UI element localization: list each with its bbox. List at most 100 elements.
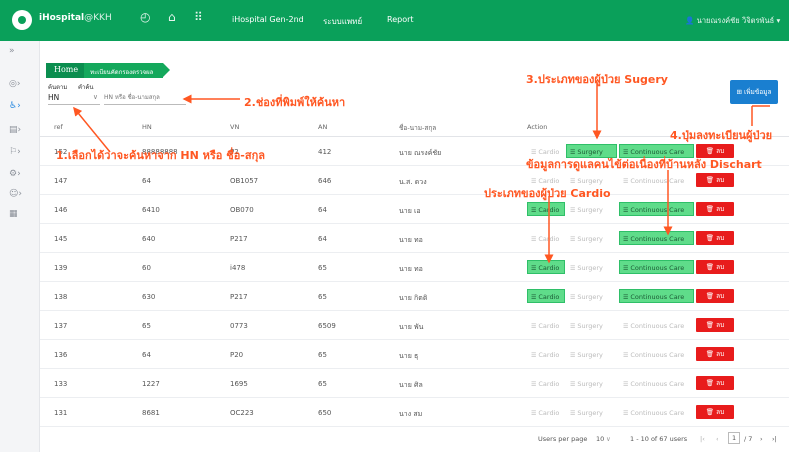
continuous-care-button[interactable]: ☰ Continuous Care bbox=[619, 260, 694, 274]
continuous-care-button[interactable]: ☰ Continuous Care bbox=[619, 289, 694, 303]
cell-hn: 630 bbox=[142, 293, 156, 301]
table-row[interactable]: 133 1227 1695 65 นาย ศิล ☰ Cardio ☰ Surger… bbox=[40, 369, 789, 398]
continuous-care-button[interactable]: ☰ Continuous Care bbox=[619, 202, 694, 216]
cell-name: นาย ศิล bbox=[399, 381, 423, 389]
cell-vn: OB070 bbox=[230, 206, 254, 214]
next-page-icon[interactable]: › bbox=[760, 435, 763, 443]
cell-hn: 8681 bbox=[142, 409, 160, 417]
list-icon: ☰ bbox=[531, 381, 537, 388]
sidebar: » ◎› ♿› ▤› ⚐› ⚙› ☺› ▦ bbox=[0, 41, 40, 452]
annotation-cardio-type: ประเภทของผู้ป่วย Cardio bbox=[484, 187, 611, 200]
surgery-button[interactable]: ☰ Surgery bbox=[566, 318, 617, 332]
nav-ihospital-gen2[interactable]: iHospital Gen-2nd bbox=[232, 15, 304, 24]
cell-ref: 136 bbox=[54, 351, 68, 359]
first-page-icon[interactable]: |‹ bbox=[700, 435, 705, 443]
list-icon: ☰ bbox=[531, 236, 537, 243]
cell-hn: 60 bbox=[142, 264, 151, 272]
table-row[interactable]: 139 60 i478 65 นาย ทอ ☰ Cardio ☰ Surgery ☰… bbox=[40, 253, 789, 282]
cardio-button[interactable]: ☰ Cardio bbox=[527, 202, 565, 216]
continuous-care-button[interactable]: ☰ Continuous Care bbox=[619, 347, 694, 361]
table-row[interactable]: 138 630 P217 65 นาย กิตติ ☰ Cardio ☰ Surge… bbox=[40, 282, 789, 311]
cell-ref: 137 bbox=[54, 322, 68, 330]
hospital-logo bbox=[12, 10, 32, 30]
surgery-button[interactable]: ☰ Surgery bbox=[566, 231, 617, 245]
list-icon: ☰ bbox=[623, 410, 629, 417]
delete-button[interactable]: 🗑 ลบ bbox=[696, 289, 734, 303]
delete-button[interactable]: 🗑 ลบ bbox=[696, 260, 734, 274]
prev-page-icon[interactable]: ‹ bbox=[716, 435, 719, 443]
continuous-care-button[interactable]: ☰ Continuous Care bbox=[619, 405, 694, 419]
cardio-button[interactable]: ☰ Cardio bbox=[527, 318, 565, 332]
table-row[interactable]: 137 65 0773 6509 นาย พัน ☰ Cardio ☰ Surger… bbox=[40, 311, 789, 340]
delete-button[interactable]: 🗑 ลบ bbox=[696, 173, 734, 187]
cell-hn: 640 bbox=[142, 235, 156, 243]
list-icon: ☰ bbox=[623, 236, 629, 243]
list-icon: ☰ bbox=[623, 178, 629, 185]
cardio-button[interactable]: ☰ Cardio bbox=[527, 260, 565, 274]
cell-an: 650 bbox=[318, 409, 332, 417]
search-input[interactable] bbox=[104, 91, 186, 105]
records-icon[interactable]: ▤› bbox=[9, 125, 21, 135]
cardio-button[interactable]: ☰ Cardio bbox=[527, 289, 565, 303]
delete-button[interactable]: 🗑 ลบ bbox=[696, 202, 734, 216]
table-row[interactable]: 136 64 P20 65 นาย ธุ ☰ Cardio ☰ Surgery ☰ C… bbox=[40, 340, 789, 369]
surgery-button[interactable]: ☰ Surgery bbox=[566, 202, 617, 216]
cell-name: นาย ทอ bbox=[399, 236, 423, 244]
annotation-register-button: 4.ปุ่มลงทะเบียนผู้ป่วย bbox=[670, 129, 773, 142]
per-page-select[interactable]: 10 bbox=[596, 435, 604, 443]
continuous-care-button[interactable]: ☰ Continuous Care bbox=[619, 231, 694, 245]
continuous-care-button[interactable]: ☰ Continuous Care bbox=[619, 318, 694, 332]
search-field-select[interactable]: HN ∨ bbox=[48, 91, 100, 105]
cell-an: 65 bbox=[318, 351, 327, 359]
surgery-button[interactable]: ☰ Surgery bbox=[566, 289, 617, 303]
app-brand[interactable]: iHospital@KKH bbox=[39, 13, 112, 23]
breadcrumb-home[interactable]: Home bbox=[46, 63, 85, 78]
table-body: 152 88888888 P2 412 นาย ณรงค์ชัย ☰ Cardio… bbox=[40, 137, 789, 427]
continuous-care-button[interactable]: ☰ Continuous Care bbox=[619, 173, 694, 187]
settings-icon[interactable]: ⚙› bbox=[9, 169, 21, 179]
list-icon: ☰ bbox=[570, 410, 576, 417]
collapse-icon[interactable]: » bbox=[9, 46, 15, 56]
add-patient-button[interactable]: ⊞ เพิ่มข้อมูล bbox=[730, 80, 778, 104]
surgery-button[interactable]: ☰ Surgery bbox=[566, 376, 617, 390]
surgery-button[interactable]: ☰ Surgery bbox=[566, 260, 617, 274]
person-icon[interactable]: ☺› bbox=[9, 189, 22, 199]
surgery-button[interactable]: ☰ Surgery bbox=[566, 405, 617, 419]
flag-icon[interactable]: ⚐› bbox=[9, 147, 21, 157]
delete-button[interactable]: 🗑 ลบ bbox=[696, 318, 734, 332]
gauge-icon[interactable]: ◴ bbox=[140, 10, 150, 24]
apps-grid-icon[interactable]: ⠿ bbox=[194, 10, 203, 24]
table-row[interactable]: 131 8681 OC223 650 นาง สม ☰ Cardio ☰ Surge… bbox=[40, 398, 789, 427]
cell-an: 65 bbox=[318, 380, 327, 388]
annotation-search-field: 1.เลือกได้ว่าจะค้นหาจาก HN หรือ ชื่อ-สกุ… bbox=[56, 149, 265, 162]
col-hn: HN bbox=[142, 123, 152, 131]
cardio-button[interactable]: ☰ Cardio bbox=[527, 376, 565, 390]
surgery-button[interactable]: ☰ Surgery bbox=[566, 347, 617, 361]
page-input[interactable]: 1 bbox=[728, 432, 741, 444]
delete-button[interactable]: 🗑 ลบ bbox=[696, 231, 734, 245]
cell-hn: 64 bbox=[142, 351, 151, 359]
table-row[interactable]: 145 640 P217 64 นาย ทอ ☰ Cardio ☰ Surgery … bbox=[40, 224, 789, 253]
cardio-button[interactable]: ☰ Cardio bbox=[527, 405, 565, 419]
dashboard-icon[interactable]: ◎› bbox=[9, 79, 20, 89]
delete-button[interactable]: 🗑 ลบ bbox=[696, 405, 734, 419]
cell-name: นาย กิตติ bbox=[399, 294, 428, 302]
cardio-button[interactable]: ☰ Cardio bbox=[527, 347, 565, 361]
user-menu[interactable]: 👤 นายณรงค์ชัย วิจิตรพันธ์ ▾ bbox=[685, 15, 780, 27]
nav-report[interactable]: Report bbox=[387, 15, 414, 24]
home-icon[interactable]: ⌂ bbox=[168, 10, 176, 24]
range-text: 1 - 10 of 67 users bbox=[630, 435, 688, 443]
cardio-button[interactable]: ☰ Cardio bbox=[527, 231, 565, 245]
cell-vn: i478 bbox=[230, 264, 246, 272]
nav-doctor-system[interactable]: ระบบแพทย์ bbox=[323, 15, 362, 28]
continuous-care-button[interactable]: ☰ Continuous Care bbox=[619, 376, 694, 390]
document-icon[interactable]: ▦ bbox=[9, 209, 18, 219]
chevron-down-icon: ∨ bbox=[606, 435, 611, 443]
delete-button[interactable]: 🗑 ลบ bbox=[696, 347, 734, 361]
last-page-icon[interactable]: ›| bbox=[772, 435, 777, 443]
patient-icon[interactable]: ♿› bbox=[9, 101, 21, 111]
delete-button[interactable]: 🗑 ลบ bbox=[696, 376, 734, 390]
table-row[interactable]: 146 6410 OB070 64 นาย เอ ☰ Cardio ☰ Surger… bbox=[40, 195, 789, 224]
cell-ref: 131 bbox=[54, 409, 68, 417]
cell-hn: 6410 bbox=[142, 206, 160, 214]
